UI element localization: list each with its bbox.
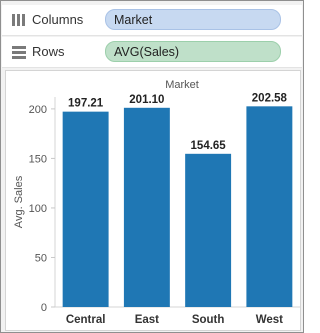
chart-view: Market Avg. Sales 0 50 100 150 200 197.21 201… (5, 70, 301, 331)
rows-icon (12, 46, 26, 59)
y-tick-label: 100 (29, 203, 47, 215)
value-label-central: 197.21 (68, 98, 104, 110)
rows-shelf-label: Rows (32, 44, 65, 59)
columns-icon (12, 14, 25, 26)
y-tick-label: 200 (29, 104, 47, 116)
value-label-west: 202.58 (252, 92, 288, 104)
value-label-south: 154.65 (191, 140, 227, 152)
columns-shelf[interactable]: Columns Market (2, 5, 302, 36)
x-category-label-east: East (135, 314, 159, 326)
bar-east[interactable] (123, 107, 170, 307)
value-label-east: 201.10 (129, 94, 164, 106)
x-category-label-south: South (192, 314, 225, 326)
bar-west[interactable] (246, 106, 293, 307)
x-category-label-central: Central (66, 314, 106, 326)
avg-sales-pill[interactable]: AVG(Sales) (105, 41, 281, 62)
bar-central[interactable] (62, 111, 109, 307)
y-tick-label: 0 (41, 302, 47, 314)
bar-south[interactable] (185, 153, 232, 307)
columns-shelf-label: Columns (32, 12, 84, 27)
bar-chart: Market Avg. Sales 0 50 100 150 200 197.21 201… (13, 79, 300, 326)
worksheet-frame: Columns Market Rows AVG(Sales) Market Av… (0, 0, 304, 333)
market-pill[interactable]: Market (105, 9, 281, 30)
y-tick-label: 50 (35, 252, 47, 264)
chart-header-title: Market (165, 79, 199, 91)
y-axis-label: Avg. Sales (13, 175, 25, 228)
rows-shelf[interactable]: Rows AVG(Sales) (2, 37, 302, 68)
x-category-label-west: West (256, 314, 283, 326)
y-tick-label: 150 (29, 153, 47, 165)
